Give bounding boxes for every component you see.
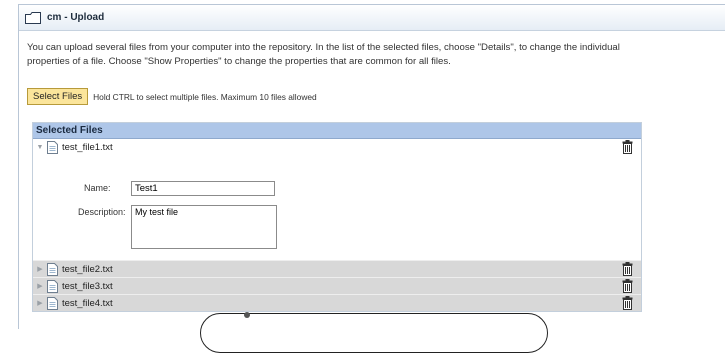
file-name[interactable]: test_file4.txt	[62, 298, 113, 309]
intro-line-2: properties of a file. Choose "Show Prope…	[27, 56, 451, 67]
description-field[interactable]: My test file	[131, 205, 277, 249]
upload-window: cm - Upload You can upload several files…	[18, 4, 725, 329]
trash-icon[interactable]	[622, 279, 633, 293]
select-files-button[interactable]: Select Files	[27, 88, 89, 105]
expand-triangle-icon[interactable]: ▶	[35, 299, 45, 307]
name-field[interactable]	[131, 181, 275, 196]
file-row-1[interactable]: ▼ test_file1.txt	[33, 139, 641, 156]
document-icon	[47, 141, 58, 154]
expand-triangle-icon[interactable]: ▼	[35, 144, 45, 151]
file-row-4[interactable]: ▶ test_file4.txt	[33, 294, 641, 311]
file-name[interactable]: test_file1.txt	[62, 142, 113, 153]
name-label: Name:	[84, 183, 111, 193]
document-icon	[47, 296, 58, 310]
callout-dot	[244, 312, 250, 318]
intro-text: You can upload several files from your c…	[27, 41, 722, 69]
folder-icon	[25, 11, 41, 24]
file-row-2[interactable]: ▶ test_file2.txt	[33, 260, 641, 277]
file-details-panel: Name: Description: My test file	[33, 156, 641, 260]
document-icon	[47, 262, 58, 276]
trash-icon[interactable]	[622, 140, 633, 154]
description-label: Description:	[78, 207, 126, 217]
selected-files-panel: Selected Files ▼ test_file1.txt Name: De…	[32, 122, 642, 312]
select-hint: Hold CTRL to select multiple files. Maxi…	[93, 91, 317, 102]
trash-icon[interactable]	[622, 296, 633, 310]
expand-triangle-icon[interactable]: ▶	[35, 265, 45, 273]
select-files-row: Select Files Hold CTRL to select multipl…	[27, 88, 317, 105]
intro-line-1: You can upload several files from your c…	[27, 42, 620, 53]
callout-bubble	[200, 313, 548, 353]
title-bar: cm - Upload	[19, 5, 725, 31]
document-icon	[47, 279, 58, 293]
selected-files-header: Selected Files	[33, 123, 641, 139]
file-name[interactable]: test_file2.txt	[62, 264, 113, 275]
file-row-3[interactable]: ▶ test_file3.txt	[33, 277, 641, 294]
window-title: cm - Upload	[47, 12, 105, 23]
expand-triangle-icon[interactable]: ▶	[35, 282, 45, 290]
file-name[interactable]: test_file3.txt	[62, 281, 113, 292]
trash-icon[interactable]	[622, 262, 633, 276]
